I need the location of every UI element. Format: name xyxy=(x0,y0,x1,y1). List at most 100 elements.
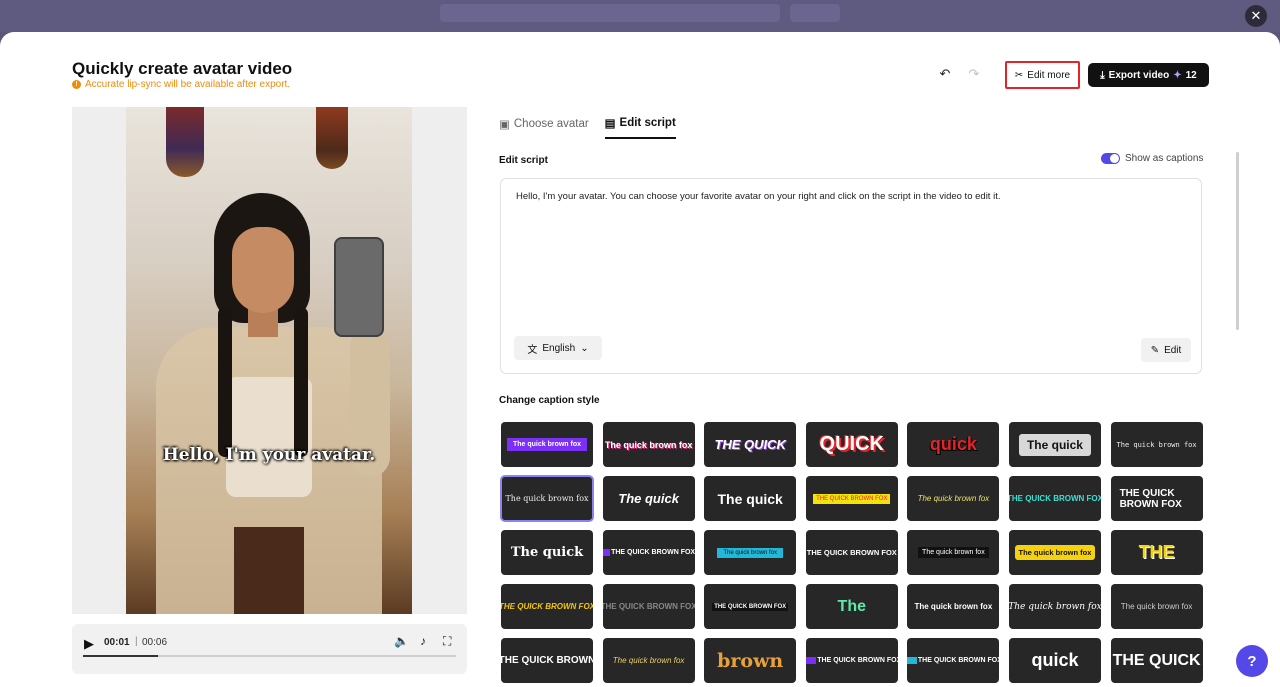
avatar-skirt xyxy=(234,527,304,614)
caption-style-sample: THE QUICK BROWN FOX xyxy=(813,493,891,504)
tiktok-icon[interactable]: ♪ xyxy=(420,634,426,648)
caption-style-sample: The quick brown fox xyxy=(604,439,693,450)
caption-style-tile[interactable]: The quick brown fox xyxy=(907,476,1000,521)
export-video-button[interactable]: ⤓ Export video ✦ 12 xyxy=(1088,63,1209,87)
redo-icon[interactable]: ↷ xyxy=(966,66,982,82)
caption-style-tile[interactable]: The quick brown fox xyxy=(1110,584,1203,629)
caption-style-tile[interactable]: THE QUICK BROWN xyxy=(501,638,593,683)
pencil-icon: ✎ xyxy=(1150,344,1160,356)
caption-style-tile[interactable]: The quick xyxy=(1008,422,1101,467)
help-icon[interactable]: ? xyxy=(1236,645,1268,677)
caption-style-tile[interactable]: The quick xyxy=(602,476,695,521)
caption-style-tile[interactable]: THE QUICK BROWN FOX xyxy=(704,584,797,629)
caption-style-sample: THE xyxy=(1138,542,1175,562)
volume-icon[interactable]: 🔈 xyxy=(394,634,409,648)
avatar-face xyxy=(232,227,294,313)
tab-edit-script[interactable]: ▤ Edit script xyxy=(604,116,676,139)
script-editor[interactable]: Hello, I'm your avatar. You can choose y… xyxy=(500,178,1202,374)
caption-style-grid: The quick brown fox The quick brown fox TH… xyxy=(500,422,1203,683)
caption-style-tile[interactable]: The quick brown fox xyxy=(602,638,695,683)
caption-style-tile[interactable]: The quick brown fox xyxy=(1008,584,1101,629)
play-icon[interactable]: ▶ xyxy=(84,636,94,652)
avatar-braid xyxy=(218,307,232,457)
caption-style-tile[interactable]: QUICK xyxy=(805,422,898,467)
caption-style-sample: THE QUICK BROWN xyxy=(501,655,593,666)
caption-style-tile[interactable]: THE QUICK BROWN FOX xyxy=(805,476,898,521)
caption-style-tile[interactable]: brown xyxy=(704,638,797,683)
caption-style-tile[interactable]: THE QUICK BROWN FOX xyxy=(1110,476,1203,521)
avatar-phone xyxy=(334,237,384,337)
caption-style-tile[interactable]: THE xyxy=(1110,530,1203,575)
caption-style-sample: The quick brown fox xyxy=(914,602,993,611)
video-caption[interactable]: Hello, I'm your avatar. xyxy=(126,445,412,465)
download-icon: ⤓ xyxy=(1100,69,1105,81)
edit-script-heading: Edit script xyxy=(499,155,548,166)
caption-style-tile[interactable]: The quick xyxy=(501,530,593,575)
show-captions-toggle[interactable] xyxy=(1101,153,1120,164)
caption-style-tile[interactable]: The quick brown fox xyxy=(1008,530,1101,575)
chevron-down-icon: ⌄ xyxy=(580,342,589,354)
caption-style-tile[interactable]: THE QUICK xyxy=(704,422,797,467)
caption-style-tile[interactable]: quick xyxy=(907,422,1000,467)
caption-style-tile[interactable]: The quick brown fox xyxy=(907,584,1000,629)
caption-style-tile[interactable]: THE QUICK BROWN FOX xyxy=(602,530,695,575)
caption-style-sample: THE QUICK BROWN FOX xyxy=(602,602,695,611)
caption-style-tile[interactable]: THE QUICK xyxy=(1110,638,1203,683)
caption-style-tile[interactable]: The quick brown fox xyxy=(907,530,1000,575)
caption-style-sample: The quick xyxy=(618,491,679,506)
fullscreen-icon[interactable]: ⛶ xyxy=(443,634,451,649)
total-time: 00:06 xyxy=(142,637,168,648)
caption-style-sample: THE QUICK xyxy=(714,437,786,452)
time-separator: | xyxy=(135,636,138,647)
caption-style-tile[interactable]: THE QUICK BROWN FOX xyxy=(907,638,1000,683)
caption-style-tile[interactable]: The quick brown fox xyxy=(1110,422,1203,467)
warning-icon: ! xyxy=(72,80,81,89)
caption-style-tile[interactable]: THE QUICK BROWN FOX xyxy=(602,584,695,629)
edit-script-button[interactable]: ✎ Edit xyxy=(1141,338,1191,362)
caption-style-sample: THE QUICK BROWN FOX xyxy=(1008,494,1101,503)
caption-style-sample: quick xyxy=(1031,650,1079,670)
caption-style-tile[interactable]: The quick brown fox xyxy=(501,422,593,467)
panel-scrollbar[interactable] xyxy=(1236,152,1239,330)
close-icon[interactable]: ✕ xyxy=(1245,5,1267,27)
wall-decoration xyxy=(316,107,348,169)
caption-style-sample: The quick brown fox xyxy=(612,656,685,665)
caption-style-tile[interactable]: THE QUICK BROWN FOX xyxy=(805,530,898,575)
caption-style-sample: THE QUICK BROWN FOX xyxy=(501,602,593,611)
caption-style-tile[interactable]: quick xyxy=(1008,638,1101,683)
avatar-video-modal: Quickly create avatar video ! Accurate l… xyxy=(0,32,1280,687)
undo-icon[interactable]: ↶ xyxy=(937,66,953,82)
caption-style-sample: QUICK xyxy=(819,433,884,455)
wall-decoration xyxy=(166,107,204,177)
caption-style-sample: THE QUICK xyxy=(1112,651,1201,669)
caption-style-tile[interactable]: The quick brown fox xyxy=(602,422,695,467)
caption-style-tile[interactable]: THE QUICK BROWN FOX xyxy=(1008,476,1101,521)
language-select[interactable]: 文 English ⌄ xyxy=(514,336,602,360)
caption-style-tile[interactable]: The quick brown fox xyxy=(704,530,797,575)
caption-style-tile[interactable]: THE QUICK BROWN FOX xyxy=(501,584,593,629)
avatar-video[interactable]: Hello, I'm your avatar. xyxy=(126,107,412,614)
caption-style-sample: The quick xyxy=(1018,433,1091,456)
caption-style-sample: THE QUICK BROWN FOX xyxy=(602,549,695,556)
caption-style-tile[interactable]: The xyxy=(805,584,898,629)
show-captions-label: Show as captions xyxy=(1125,153,1204,164)
edit-more-button[interactable]: ✂ Edit more xyxy=(1005,61,1080,89)
caption-style-sample: The xyxy=(837,597,866,615)
caption-style-tile[interactable]: The quick brown fox xyxy=(500,475,594,522)
tab-choose-avatar[interactable]: ▣ Choose avatar xyxy=(499,116,589,139)
caption-style-sample: The quick brown fox xyxy=(717,547,784,558)
lip-sync-notice: ! Accurate lip-sync will be available af… xyxy=(72,79,290,90)
script-tab-icon: ▤ xyxy=(604,118,616,130)
progress-bar[interactable] xyxy=(83,655,456,657)
script-text[interactable]: Hello, I'm your avatar. You can choose y… xyxy=(516,191,1000,202)
caption-style-sample: The quick xyxy=(510,545,584,560)
caption-style-sample: brown xyxy=(717,649,784,672)
caption-style-sample: quick xyxy=(929,434,977,454)
current-time: 00:01 xyxy=(104,637,130,648)
caption-style-tile[interactable]: The quick xyxy=(704,476,797,521)
modal-title: Quickly create avatar video xyxy=(72,59,293,78)
caption-style-tile[interactable]: THE QUICK BROWN FOX xyxy=(805,638,898,683)
background-header-item xyxy=(790,4,840,22)
sparkle-icon: ✦ xyxy=(1173,69,1182,81)
caption-style-sample: THE QUICK BROWN FOX xyxy=(806,548,897,557)
